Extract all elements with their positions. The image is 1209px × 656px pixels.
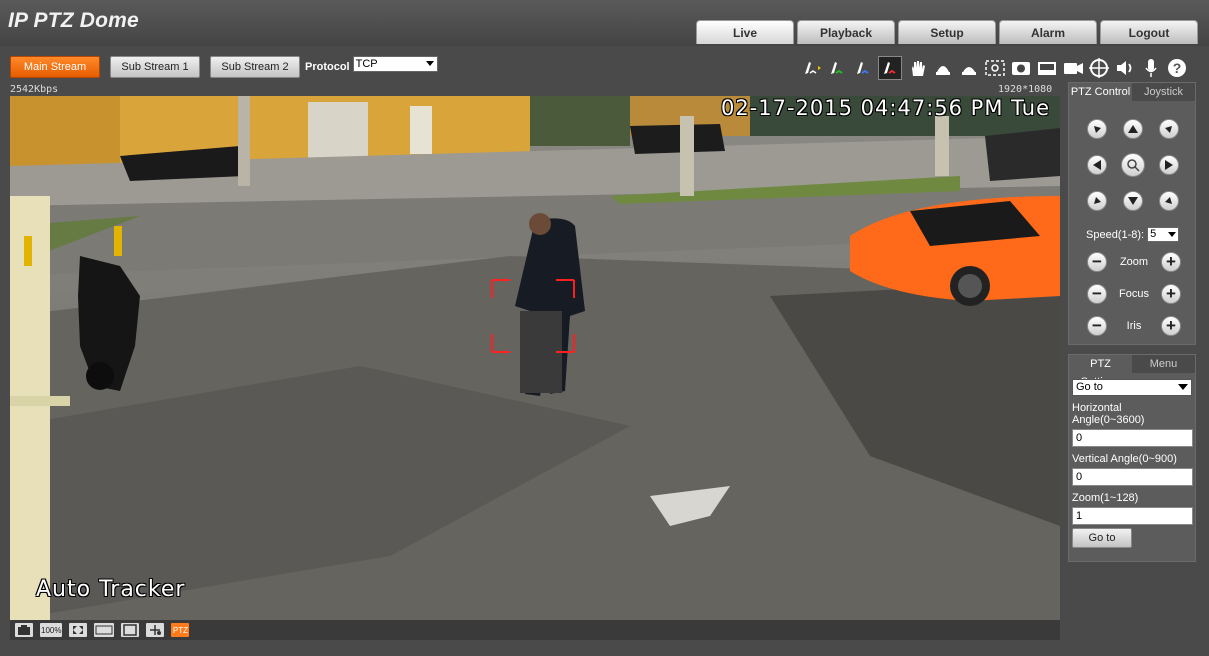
vertical-angle-input[interactable]: 0: [1072, 468, 1193, 486]
direction-pad: [1085, 119, 1185, 219]
tab-ptz-settings[interactable]: PTZ Settings: [1069, 355, 1132, 388]
pan-down-left-button[interactable]: [1087, 191, 1107, 211]
center-zoom-button[interactable]: [1121, 153, 1145, 177]
tab-playback[interactable]: Playback: [797, 20, 895, 44]
vertical-angle-label: Vertical Angle(0~900): [1072, 453, 1177, 465]
iris-label: Iris: [1126, 320, 1142, 332]
live-video[interactable]: 02-17-2015 04:47:56 PM Tue Auto Tracker: [10, 96, 1060, 620]
zoom-range-label: Zoom(1~128): [1072, 492, 1139, 504]
resolution-readout: 1920*1080: [998, 84, 1053, 95]
video-bottom-toolbar: 100% PTZ: [10, 620, 1060, 640]
arrow-up-right-icon: [1165, 126, 1172, 133]
iris-row: − Iris +: [1087, 315, 1181, 337]
focus-label: Focus: [1119, 288, 1149, 300]
zoom-100-button[interactable]: 100%: [40, 623, 63, 637]
focus-near-button[interactable]: −: [1087, 284, 1107, 304]
camera-icon[interactable]: [15, 623, 33, 637]
draw-blue-icon[interactable]: [852, 57, 874, 79]
main-stream-button[interactable]: Main Stream: [10, 56, 100, 78]
speaker-icon[interactable]: [1114, 57, 1136, 79]
sub-stream-2-button[interactable]: Sub Stream 2: [210, 56, 300, 78]
draw-icon[interactable]: [800, 57, 822, 79]
target-icon[interactable]: [1088, 57, 1110, 79]
tab-logout[interactable]: Logout: [1100, 20, 1198, 44]
tab-alarm[interactable]: Alarm: [999, 20, 1097, 44]
tab-ptz-control[interactable]: PTZ Control: [1069, 83, 1132, 101]
draw-red-icon[interactable]: [878, 56, 902, 80]
action-select[interactable]: Go to: [1072, 379, 1192, 396]
zoom-row: − Zoom +: [1087, 251, 1181, 273]
tab-menu[interactable]: Menu: [1132, 355, 1195, 373]
microphone-icon[interactable]: [1140, 57, 1162, 79]
arrow-left-icon: [1093, 160, 1101, 170]
bitrate-readout: 2542Kbps: [10, 84, 59, 95]
focus-row: − Focus +: [1087, 283, 1181, 305]
osd-auto-tracker: Auto Tracker: [36, 577, 186, 602]
zoom-out-button[interactable]: −: [1087, 252, 1107, 272]
speed-select[interactable]: 5: [1147, 227, 1180, 242]
osd-timestamp: 02-17-2015 04:47:56 PM Tue: [720, 96, 1050, 120]
zoom-region-icon[interactable]: [984, 57, 1006, 79]
video-scene: [10, 96, 1060, 620]
ptz-control-panel: PTZ Control Joystick Speed(1-8): 5 − Zoo…: [1068, 82, 1196, 345]
svg-text:?: ?: [1173, 60, 1182, 76]
protocol-select[interactable]: TCP: [352, 56, 438, 72]
pan-left-button[interactable]: [1087, 155, 1107, 175]
arrow-down-right-icon: [1165, 197, 1172, 204]
horizontal-angle-input[interactable]: 0: [1072, 429, 1193, 447]
chevron-down-icon: [1178, 384, 1188, 390]
chevron-down-icon: [425, 61, 434, 66]
stream-toolbar: Main Stream Sub Stream 1 Sub Stream 2 Pr…: [10, 56, 438, 78]
ptz-toggle-button[interactable]: PTZ: [171, 623, 190, 637]
zoom-label: Zoom: [1119, 256, 1149, 268]
magnifier-icon: [1127, 159, 1140, 172]
zoom-value-input[interactable]: 1: [1072, 507, 1193, 525]
fullscreen-icon[interactable]: [121, 623, 140, 637]
app-title: IP PTZ Dome: [8, 9, 139, 32]
speed-row: Speed(1-8): 5: [1086, 227, 1180, 242]
zoom-in-button[interactable]: +: [1161, 252, 1181, 272]
pan-up-left-button[interactable]: [1087, 119, 1107, 139]
speed-value: 5: [1150, 228, 1157, 240]
arrow-up-icon: [1128, 125, 1138, 133]
tab-live[interactable]: Live: [696, 20, 794, 44]
arrow-right-icon: [1165, 160, 1173, 170]
iris-open-button[interactable]: +: [1160, 316, 1181, 336]
chevron-down-icon: [1168, 232, 1177, 237]
arrow-down-icon: [1128, 197, 1138, 205]
aspect-ratio-icon[interactable]: [94, 623, 115, 637]
record-icon[interactable]: [1062, 57, 1084, 79]
live-tool-icons: ?: [800, 56, 1192, 80]
ptz-settings-panel: PTZ Settings Menu Go to Horizontal Angle…: [1068, 354, 1196, 562]
protocol-value: TCP: [355, 58, 378, 70]
pan-right-button[interactable]: [1159, 155, 1179, 175]
pan-down-right-button[interactable]: [1159, 191, 1179, 211]
light-icon[interactable]: [932, 57, 954, 79]
focus-far-button[interactable]: +: [1161, 284, 1181, 304]
capture-icon[interactable]: [1036, 57, 1058, 79]
pan-down-button[interactable]: [1123, 191, 1143, 211]
snapshot-icon[interactable]: [1010, 57, 1032, 79]
speed-label: Speed(1-8):: [1086, 228, 1145, 241]
main-nav: Live Playback Setup Alarm Logout: [696, 20, 1201, 44]
help-icon[interactable]: ?: [1166, 57, 1188, 79]
pan-up-right-button[interactable]: [1159, 119, 1179, 139]
sub-stream-1-button[interactable]: Sub Stream 1: [110, 56, 200, 78]
go-to-button[interactable]: Go to: [1072, 528, 1132, 548]
header-bar: IP PTZ Dome Live Playback Setup Alarm Lo…: [0, 0, 1209, 46]
wiper-icon[interactable]: [958, 57, 980, 79]
fit-window-icon[interactable]: [69, 623, 88, 637]
draw-green-icon[interactable]: [826, 57, 848, 79]
arrow-up-left-icon: [1094, 126, 1101, 133]
iris-close-button[interactable]: −: [1087, 316, 1107, 336]
protocol-label: Protocol: [305, 61, 350, 73]
tab-joystick[interactable]: Joystick: [1132, 83, 1195, 101]
ptz-move-icon[interactable]: [146, 623, 165, 637]
action-value: Go to: [1076, 381, 1103, 393]
arrow-down-left-icon: [1094, 197, 1101, 204]
hand-icon[interactable]: [906, 57, 928, 79]
horizontal-angle-label: Horizontal Angle(0~3600): [1072, 402, 1145, 426]
pan-up-button[interactable]: [1123, 119, 1143, 139]
tab-setup[interactable]: Setup: [898, 20, 996, 44]
